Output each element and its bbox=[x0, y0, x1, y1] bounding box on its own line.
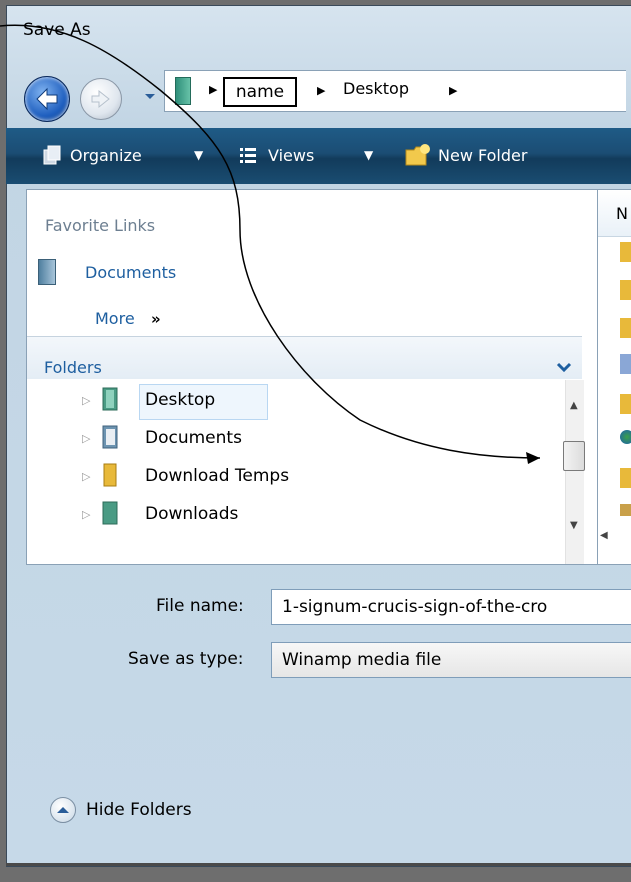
organize-dropdown-icon[interactable]: ▼ bbox=[194, 148, 203, 162]
command-toolbar: Organize ▼ Views ▼ New Folder bbox=[6, 128, 631, 184]
scrollbar-thumb[interactable] bbox=[563, 441, 585, 471]
breadcrumb-separator-icon[interactable]: ▶ bbox=[449, 84, 457, 97]
address-bar[interactable]: ▶ name ▶ Desktop ▶ bbox=[164, 70, 626, 112]
forward-arrow-icon bbox=[91, 89, 110, 109]
downloads-folder-icon bbox=[102, 501, 118, 525]
tree-item[interactable]: ▷ Downloads bbox=[27, 498, 562, 534]
breadcrumb-separator-icon[interactable]: ▶ bbox=[317, 84, 325, 97]
lock-icon[interactable] bbox=[620, 504, 631, 516]
breadcrumb-name[interactable]: name bbox=[223, 77, 297, 107]
tree-item[interactable]: ▷ Documents bbox=[27, 422, 562, 458]
expand-arrow-icon[interactable]: ▷ bbox=[82, 432, 90, 445]
views-button[interactable]: Views bbox=[268, 146, 314, 165]
folder-icon[interactable] bbox=[620, 318, 631, 338]
folder-tree-scrollbar[interactable]: ▲ ▼ bbox=[565, 380, 584, 564]
file-name-value: 1-signum-crucis-sign-of-the-cro bbox=[282, 597, 548, 617]
documents-folder-icon bbox=[102, 425, 118, 449]
scroll-up-icon[interactable]: ▲ bbox=[570, 400, 578, 411]
folder-icon[interactable] bbox=[620, 468, 631, 488]
folder-icon bbox=[103, 463, 117, 487]
new-folder-icon bbox=[405, 144, 430, 166]
file-name-label: File name: bbox=[156, 596, 244, 616]
back-arrow-icon bbox=[36, 87, 58, 111]
tree-item[interactable]: ▷ Desktop bbox=[27, 384, 562, 420]
tree-item-label: Downloads bbox=[145, 504, 239, 524]
more-chevron-icon[interactable]: » bbox=[151, 310, 161, 328]
new-folder-button[interactable]: New Folder bbox=[438, 146, 527, 165]
scroll-down-icon[interactable]: ▼ bbox=[570, 520, 578, 531]
file-icon[interactable] bbox=[620, 354, 631, 374]
views-icon bbox=[240, 148, 256, 163]
file-list-header[interactable]: N bbox=[598, 190, 631, 237]
organize-button[interactable]: Organize bbox=[70, 146, 142, 165]
title-bar[interactable]: Save As bbox=[7, 6, 631, 50]
folders-chevron-icon[interactable] bbox=[556, 362, 572, 374]
chevron-up-icon bbox=[57, 807, 69, 813]
tree-item-label: Documents bbox=[145, 428, 242, 448]
documents-icon bbox=[38, 259, 56, 285]
address-folder-icon bbox=[175, 77, 191, 105]
views-dropdown-icon[interactable]: ▼ bbox=[364, 148, 373, 162]
scroll-left-icon[interactable]: ◀ bbox=[600, 530, 608, 541]
favorite-links: Favorite Links Documents More » bbox=[27, 190, 582, 335]
expand-arrow-icon[interactable]: ▷ bbox=[82, 394, 90, 407]
save-as-type-value: Winamp media file bbox=[282, 650, 442, 670]
tree-item-label: Download Temps bbox=[145, 466, 290, 486]
tree-item[interactable]: ▷ Download Temps bbox=[27, 460, 562, 496]
file-list-pane: N ◀ bbox=[597, 189, 631, 565]
favorite-links-title: Favorite Links bbox=[45, 216, 156, 235]
column-header-name[interactable]: N bbox=[616, 204, 628, 223]
organize-icon bbox=[43, 145, 61, 165]
recent-pages-dropdown-icon[interactable] bbox=[142, 88, 158, 104]
tree-item-label: Desktop bbox=[145, 390, 216, 410]
folders-title[interactable]: Folders bbox=[44, 358, 102, 377]
breadcrumb-desktop[interactable]: Desktop bbox=[343, 79, 409, 98]
hide-folders-button[interactable] bbox=[50, 797, 76, 823]
breadcrumb-separator-icon[interactable]: ▶ bbox=[209, 83, 217, 96]
navigation-pane: Favorite Links Documents More » ▷ Deskto… bbox=[26, 189, 598, 565]
folders-header[interactable] bbox=[27, 336, 582, 379]
forward-button[interactable] bbox=[80, 78, 122, 120]
window-bottom-border bbox=[6, 863, 631, 866]
folder-icon[interactable] bbox=[620, 242, 631, 262]
file-name-input[interactable]: 1-signum-crucis-sign-of-the-cro bbox=[271, 589, 631, 625]
hide-folders-label[interactable]: Hide Folders bbox=[86, 800, 192, 820]
window-title: Save As bbox=[23, 20, 91, 40]
folder-icon[interactable] bbox=[620, 394, 631, 414]
expand-arrow-icon[interactable]: ▷ bbox=[82, 470, 90, 483]
folder-icon[interactable] bbox=[620, 280, 631, 300]
desktop-folder-icon bbox=[102, 387, 118, 411]
favorite-links-more[interactable]: More bbox=[95, 309, 135, 328]
back-button[interactable] bbox=[24, 76, 70, 122]
save-as-type-select[interactable]: Winamp media file bbox=[271, 642, 631, 678]
globe-icon[interactable] bbox=[620, 430, 631, 444]
folder-tree: ▷ Desktop ▷ Documents ▷ Download Temps ▷ bbox=[27, 380, 562, 564]
expand-arrow-icon[interactable]: ▷ bbox=[82, 508, 90, 521]
favorite-link-documents[interactable]: Documents bbox=[85, 263, 176, 282]
save-as-type-label: Save as type: bbox=[128, 649, 244, 669]
